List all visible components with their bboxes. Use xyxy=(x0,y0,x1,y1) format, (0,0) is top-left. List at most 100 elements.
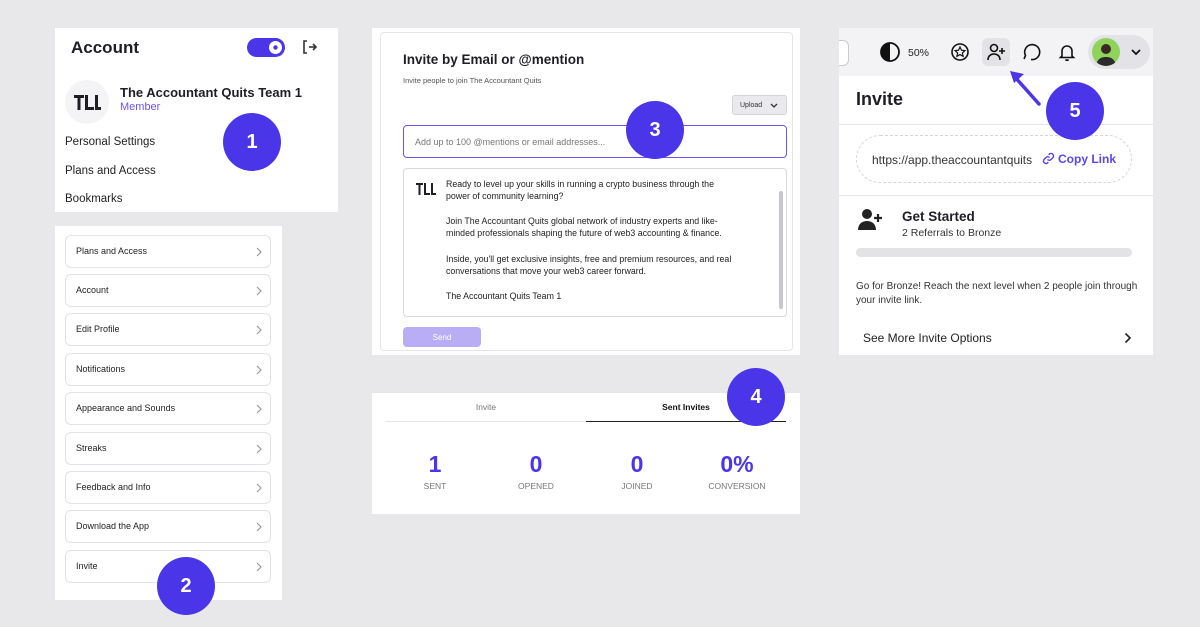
chevron-down-icon xyxy=(770,103,778,108)
pointer-arrow-icon xyxy=(1010,71,1041,106)
link-icon xyxy=(1042,152,1055,165)
settings-item-label: Plans and Access xyxy=(76,246,148,256)
settings-item-feedback-and-info[interactable]: Feedback and Info xyxy=(65,471,271,504)
stat-label: CONVERSION xyxy=(708,481,766,491)
settings-item-label: Streaks xyxy=(76,443,107,453)
divider xyxy=(839,195,1153,196)
star-badge-icon[interactable] xyxy=(949,41,971,63)
stat-label: SENT xyxy=(423,481,447,491)
mentions-email-field[interactable] xyxy=(403,125,787,158)
account-panel: Account The Accountant Quits Team 1 Memb… xyxy=(55,28,338,212)
search-field-edge[interactable] xyxy=(839,40,849,66)
menu-bookmarks[interactable]: Bookmarks xyxy=(65,193,123,205)
invite-email-subtitle: Invite people to join The Accountant Qui… xyxy=(403,76,542,85)
team-name: The Accountant Quits Team 1 xyxy=(120,85,303,100)
settings-item-plans-and-access[interactable]: Plans and Access xyxy=(65,235,271,268)
account-title: Account xyxy=(71,38,139,57)
settings-item-notifications[interactable]: Notifications xyxy=(65,353,271,386)
gear-icon xyxy=(269,41,282,54)
settings-item-edit-profile[interactable]: Edit Profile xyxy=(65,313,271,346)
add-user-filled-icon xyxy=(858,209,882,230)
upload-button[interactable]: Upload xyxy=(732,95,787,115)
message-line: conversations that move your web3 career… xyxy=(446,266,646,276)
team-logo-icon xyxy=(416,183,436,195)
team-logo xyxy=(65,80,109,124)
tab-invite[interactable]: Invite xyxy=(386,393,586,422)
settings-item-label: Download the App xyxy=(76,521,150,531)
step-badge-5: 5 xyxy=(1046,82,1104,140)
referral-progress-bar xyxy=(856,248,1132,257)
settings-item-label: Feedback and Info xyxy=(76,482,151,492)
goal-note: Go for Bronze! Reach the next level when… xyxy=(856,281,1138,306)
menu-plans-and-access[interactable]: Plans and Access xyxy=(65,165,156,177)
bell-icon[interactable] xyxy=(1056,41,1078,63)
stat-joined: 0 JOINED xyxy=(587,451,687,492)
chevron-right-icon xyxy=(256,404,262,414)
invite-link-url[interactable]: https://app.theaccountantquits.com xyxy=(872,153,1032,167)
settings-item-download-the-app[interactable]: Download the App xyxy=(65,510,271,543)
menu-personal-settings[interactable]: Personal Settings xyxy=(65,136,155,148)
invite-popover: Invite https://app.theaccountantquits.co… xyxy=(839,76,1153,355)
message-line: The Accountant Quits Team 1 xyxy=(446,291,562,301)
settings-item-label: Edit Profile xyxy=(76,324,120,334)
stat-value: 0 xyxy=(529,451,543,477)
invite-email-card: Invite by Email or @mention Invite peopl… xyxy=(380,32,793,351)
chevron-right-icon xyxy=(256,365,262,375)
contrast-icon[interactable] xyxy=(879,41,901,63)
goal-subtitle: 2 Referrals to Bronze xyxy=(902,227,1002,239)
goal-title: Get Started xyxy=(902,209,975,224)
step-badge-2: 2 xyxy=(157,557,215,615)
stat-value: 1 xyxy=(428,451,442,477)
chevron-right-icon[interactable] xyxy=(1124,332,1132,344)
copy-link-button[interactable]: Copy Link xyxy=(1042,152,1116,166)
stat-label: JOINED xyxy=(621,481,653,491)
chevron-right-icon xyxy=(256,522,262,532)
step-badge-1: 1 xyxy=(223,113,281,171)
settings-item-label: Notifications xyxy=(76,364,126,374)
message-line: Inside, you'll get exclusive insights, f… xyxy=(446,254,732,264)
logout-icon[interactable] xyxy=(299,37,319,57)
message-line: power of community learning? xyxy=(446,191,564,201)
upload-label: Upload xyxy=(740,102,763,109)
top-bar: 50% xyxy=(839,28,1153,76)
theme-toggle[interactable] xyxy=(247,38,285,57)
invite-email-title: Invite by Email or @mention xyxy=(403,52,585,67)
stat-value: 0 xyxy=(630,451,644,477)
message-line: minded professionals shaping the future … xyxy=(446,228,722,238)
user-menu[interactable] xyxy=(1088,35,1150,69)
see-more-invite-options[interactable]: See More Invite Options xyxy=(863,331,992,345)
chevron-right-icon xyxy=(256,483,262,493)
step-badge-3: 3 xyxy=(626,101,684,159)
settings-item-label: Account xyxy=(76,285,109,295)
add-user-icon[interactable] xyxy=(985,41,1007,63)
stat-label: OPENED xyxy=(518,481,554,491)
chat-icon[interactable] xyxy=(1020,41,1042,63)
invite-popover-title: Invite xyxy=(856,89,904,109)
avatar xyxy=(1092,38,1120,66)
settings-item-streaks[interactable]: Streaks xyxy=(65,432,271,465)
settings-list-panel: Plans and Access Account Edit Profile No… xyxy=(55,226,282,600)
chevron-right-icon xyxy=(256,562,262,572)
stat-sent: 1 SENT xyxy=(385,451,485,492)
mentions-email-input[interactable] xyxy=(404,126,786,157)
message-line: Ready to level up your skills in running… xyxy=(446,179,714,189)
stat-opened: 0 OPENED xyxy=(486,451,586,492)
step-badge-4: 4 xyxy=(727,368,785,426)
settings-item-account[interactable]: Account xyxy=(65,274,271,307)
divider xyxy=(839,124,1153,125)
role-label: Member xyxy=(120,101,161,113)
send-button[interactable]: Send xyxy=(403,327,481,347)
message-scrollbar[interactable] xyxy=(779,191,783,309)
stat-value: 0% xyxy=(720,451,754,477)
settings-item-appearance-and-sounds[interactable]: Appearance and Sounds xyxy=(65,392,271,425)
settings-item-label: Invite xyxy=(76,561,98,571)
invite-message-textarea[interactable]: Ready to level up your skills in running… xyxy=(403,168,787,317)
chevron-right-icon xyxy=(256,286,262,296)
chevron-right-icon xyxy=(256,247,262,257)
invite-link-box: https://app.theaccountantquits.com Copy … xyxy=(856,135,1132,183)
message-line: Join The Accountant Quits global network… xyxy=(446,216,718,226)
zoom-level[interactable]: 50% xyxy=(908,47,929,59)
settings-item-label: Appearance and Sounds xyxy=(76,403,176,413)
chevron-right-icon xyxy=(256,325,262,335)
invite-email-panel: Invite by Email or @mention Invite peopl… xyxy=(372,28,800,355)
